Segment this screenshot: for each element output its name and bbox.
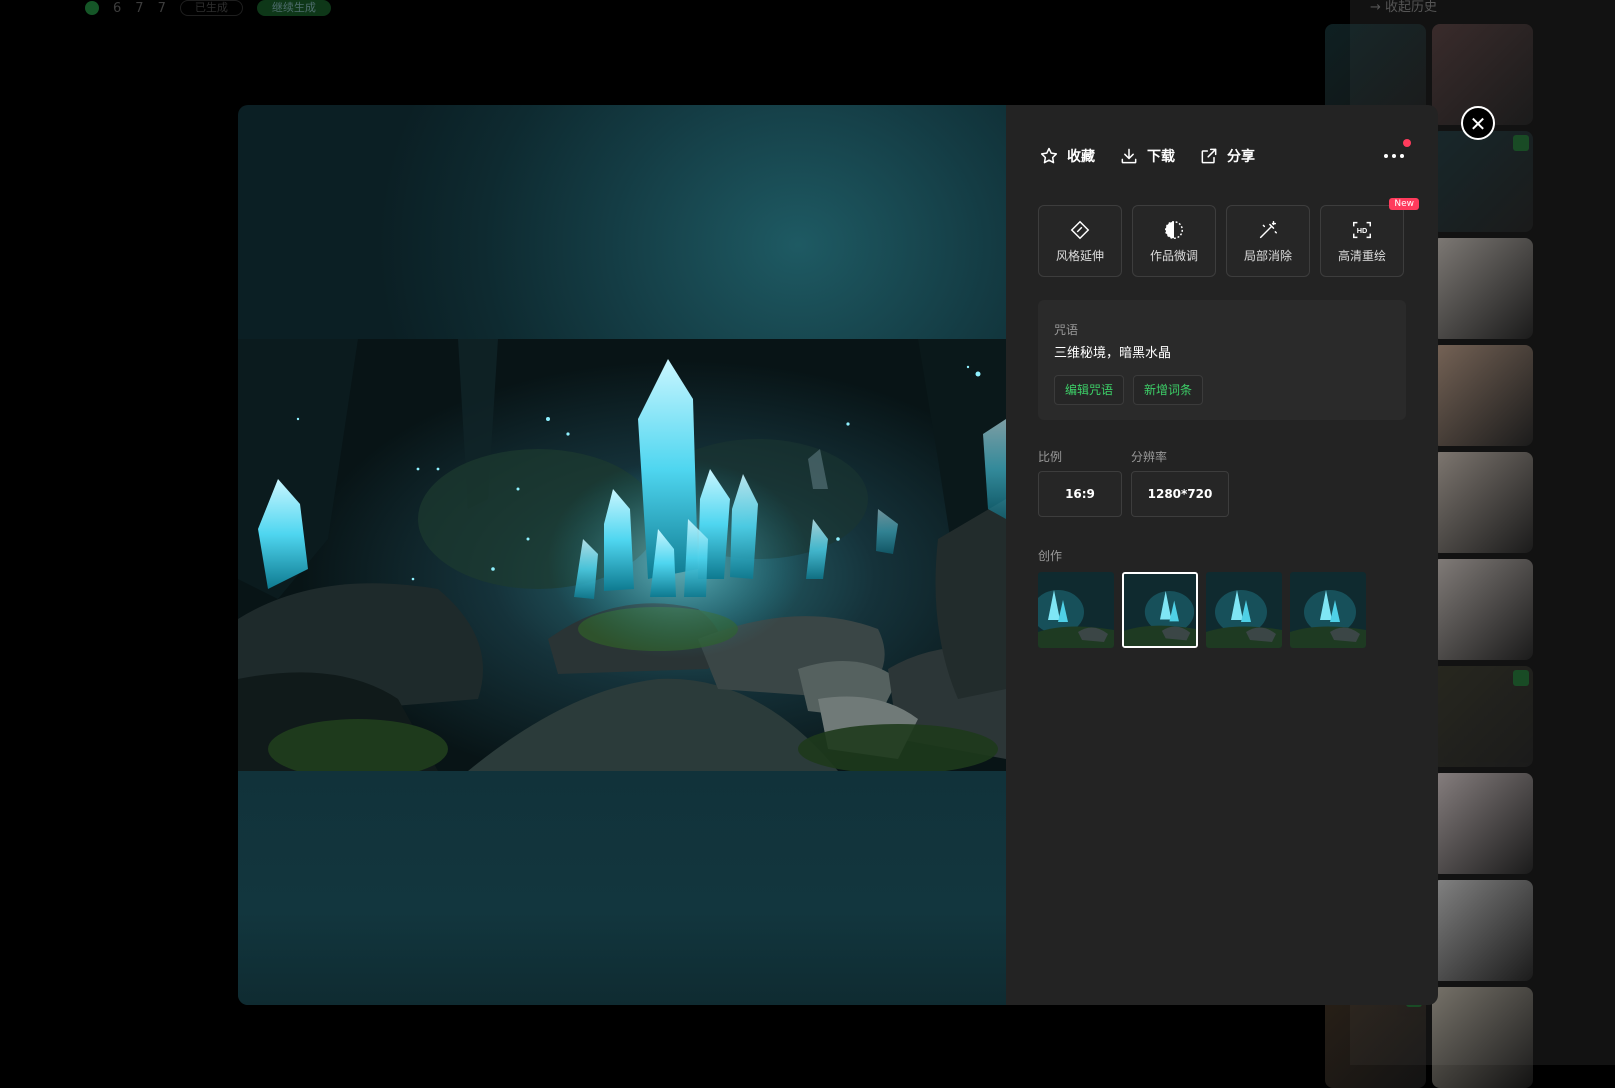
close-button[interactable]: ✕ <box>1461 106 1495 140</box>
favorite-button[interactable]: 收藏 <box>1039 146 1095 166</box>
collapse-history-label: → 收起历史 <box>1370 0 1438 15</box>
prompt-section: 咒语 三维秘境，暗黑水晶 编辑咒语 新增词条 <box>1038 300 1406 420</box>
stage-lower-fill <box>238 770 1006 1005</box>
tool-grid: 风格延伸 作品微调 局部消除 New HD 高清重绘 <box>1038 198 1419 277</box>
svg-text:HD: HD <box>1357 225 1368 234</box>
style-extend-label: 风格延伸 <box>1055 248 1104 263</box>
count-2: 7 <box>135 0 144 16</box>
history-thumbnail[interactable] <box>1432 666 1533 767</box>
creation-thumbnail[interactable] <box>1290 572 1366 648</box>
action-toolbar: 收藏 下载 分享 <box>1039 139 1411 171</box>
more-dots-icon <box>1384 154 1404 158</box>
generated-pill: 已生成 <box>179 0 243 16</box>
hd-icon: HD <box>1353 221 1371 238</box>
meta-section: 比例 16:9 分辨率 1280*720 <box>1038 448 1229 517</box>
ratio-value: 16:9 <box>1038 471 1122 517</box>
main-artwork <box>238 339 1006 771</box>
fine-tune-button[interactable]: 作品微调 <box>1132 205 1216 277</box>
style-extend-icon <box>1070 220 1090 239</box>
image-detail-modal: 收藏 下载 分享 风格延伸 作品微调 局部消除 New HD 高清重绘 咒语 三… <box>238 105 1438 1005</box>
crystal-forest-image <box>238 339 1006 771</box>
share-label: 分享 <box>1227 149 1255 165</box>
ratio-caption: 比例 <box>1038 450 1063 464</box>
creation-thumbnail[interactable] <box>1122 572 1198 648</box>
bookmark-icon <box>1513 670 1529 686</box>
download-label: 下载 <box>1147 149 1175 165</box>
resolution-value: 1280*720 <box>1131 471 1229 517</box>
fine-tune-label: 作品微调 <box>1149 248 1198 263</box>
more-button[interactable] <box>1379 139 1411 171</box>
magic-erase-label: 局部消除 <box>1243 248 1292 263</box>
creation-thumbnail[interactable] <box>1038 572 1114 648</box>
history-thumbnail[interactable] <box>1432 238 1533 339</box>
download-button[interactable]: 下载 <box>1119 146 1175 166</box>
hd-redraw-label: 高清重绘 <box>1337 248 1386 263</box>
history-thumbnail[interactable] <box>1432 880 1533 981</box>
count-3: 7 <box>157 0 166 16</box>
notification-dot <box>1403 139 1411 147</box>
creation-thumbnail[interactable] <box>1206 572 1282 648</box>
detail-panel: 收藏 下载 分享 风格延伸 作品微调 局部消除 New HD 高清重绘 咒语 三… <box>1006 105 1438 1005</box>
count-1: 6 <box>113 0 122 16</box>
background-toolbar: 6 7 7 已生成 继续生成 <box>85 0 331 16</box>
prompt-text: 三维秘境，暗黑水晶 <box>1054 346 1172 361</box>
style-extend-button[interactable]: 风格延伸 <box>1038 205 1122 277</box>
magic-erase-button[interactable]: 局部消除 <box>1226 205 1310 277</box>
creations-caption: 创作 <box>1038 549 1063 563</box>
history-thumbnail[interactable] <box>1432 345 1533 446</box>
continue-generate-pill: 继续生成 <box>256 0 331 16</box>
edit-prompt-button[interactable]: 编辑咒语 <box>1054 375 1125 405</box>
add-term-button[interactable]: 新增词条 <box>1133 375 1204 405</box>
history-thumbnail[interactable] <box>1432 452 1533 553</box>
history-thumbnail[interactable] <box>1432 773 1533 874</box>
lightning-icon <box>85 1 99 15</box>
image-stage <box>238 105 1006 1005</box>
history-thumbnail[interactable] <box>1432 559 1533 660</box>
magic-erase-icon <box>1259 220 1277 238</box>
star-icon <box>1040 147 1058 164</box>
bookmark-icon <box>1513 135 1529 151</box>
new-badge: New <box>1389 198 1419 210</box>
hd-redraw-button[interactable]: New HD 高清重绘 <box>1320 198 1419 277</box>
prompt-caption: 咒语 <box>1054 323 1079 337</box>
history-thumbnail[interactable] <box>1432 987 1533 1088</box>
download-icon <box>1121 148 1137 164</box>
creation-thumbnails <box>1038 572 1366 648</box>
share-icon <box>1201 148 1217 164</box>
resolution-caption: 分辨率 <box>1131 450 1168 464</box>
favorite-label: 收藏 <box>1067 149 1095 165</box>
fine-tune-icon <box>1165 220 1183 239</box>
close-icon: ✕ <box>1469 112 1487 136</box>
share-button[interactable]: 分享 <box>1199 146 1255 166</box>
history-thumbnail[interactable] <box>1432 131 1533 232</box>
